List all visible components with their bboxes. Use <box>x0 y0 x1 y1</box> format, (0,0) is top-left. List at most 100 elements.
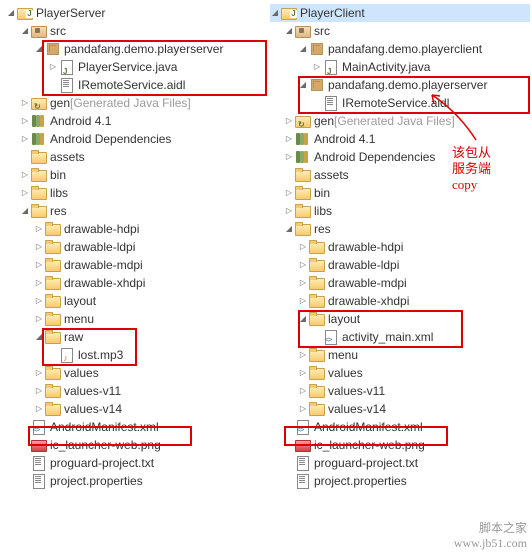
folder-icon <box>309 257 325 273</box>
mp3-file[interactable]: lost.mp3 <box>6 346 262 364</box>
values-folder[interactable]: ▷values <box>6 364 262 382</box>
twisty-open[interactable]: ◢ <box>6 4 16 22</box>
project-node[interactable]: ◢PlayerServer <box>6 4 262 22</box>
twisty-closed[interactable]: ▷ <box>34 292 44 310</box>
twisty-closed[interactable]: ▷ <box>298 364 308 382</box>
android-lib[interactable]: ▷Android 4.1 <box>6 112 262 130</box>
file-label: ic_launcher-web.png <box>314 436 425 454</box>
bin-folder[interactable]: ▷bin <box>270 184 530 202</box>
twisty-closed[interactable]: ▷ <box>298 292 308 310</box>
twisty-closed[interactable]: ▷ <box>34 220 44 238</box>
raw-folder[interactable]: ◢raw <box>6 328 262 346</box>
txt-file[interactable]: proguard-project.txt <box>6 454 262 472</box>
drawable-folder[interactable]: ▷drawable-xhdpi <box>270 292 530 310</box>
gen-folder[interactable]: ▷gen [Generated Java Files] <box>270 112 530 130</box>
file-label: PlayerService.java <box>78 58 177 76</box>
twisty-closed[interactable]: ▷ <box>284 112 294 130</box>
drawable-folder[interactable]: ▷drawable-xhdpi <box>6 274 262 292</box>
assets-folder[interactable]: assets <box>270 166 530 184</box>
values-v11-folder[interactable]: ▷values-v11 <box>270 382 530 400</box>
twisty-open[interactable]: ◢ <box>298 40 308 58</box>
src-folder[interactable]: ◢src <box>270 22 530 40</box>
android-lib[interactable]: ▷Android 4.1 <box>270 130 530 148</box>
twisty-closed[interactable]: ▷ <box>20 166 30 184</box>
twisty-closed[interactable]: ▷ <box>298 382 308 400</box>
twisty-closed[interactable]: ▷ <box>20 94 30 112</box>
twisty-closed[interactable]: ▷ <box>34 364 44 382</box>
twisty-closed[interactable]: ▷ <box>284 184 294 202</box>
png-file[interactable]: ic_launcher-web.png <box>270 436 530 454</box>
twisty-closed[interactable]: ▷ <box>312 58 322 76</box>
folder-icon <box>295 221 311 237</box>
libs-folder[interactable]: ▷libs <box>270 202 530 220</box>
android-deps[interactable]: ▷Android Dependencies <box>270 148 530 166</box>
twisty-closed[interactable]: ▷ <box>298 274 308 292</box>
twisty-closed[interactable]: ▷ <box>298 400 308 418</box>
twisty-closed[interactable]: ▷ <box>20 130 30 148</box>
drawable-folder[interactable]: ▷drawable-ldpi <box>6 238 262 256</box>
twisty-closed[interactable]: ▷ <box>284 148 294 166</box>
values-v14-folder[interactable]: ▷values-v14 <box>270 400 530 418</box>
menu-folder[interactable]: ▷menu <box>6 310 262 328</box>
layout-folder[interactable]: ◢layout <box>270 310 530 328</box>
drawable-folder[interactable]: ▷drawable-hdpi <box>270 238 530 256</box>
xml-file[interactable]: activity_main.xml <box>270 328 530 346</box>
bin-folder[interactable]: ▷bin <box>6 166 262 184</box>
folder-icon <box>309 239 325 255</box>
aidl-file-node[interactable]: IRemoteService.aidl <box>270 94 530 112</box>
twisty-closed[interactable]: ▷ <box>298 346 308 364</box>
twisty-open[interactable]: ◢ <box>298 76 308 94</box>
res-folder[interactable]: ◢res <box>6 202 262 220</box>
values-v14-folder[interactable]: ▷values-v14 <box>6 400 262 418</box>
drawable-folder[interactable]: ▷drawable-hdpi <box>6 220 262 238</box>
manifest-file[interactable]: AndroidManifest.xml <box>270 418 530 436</box>
assets-folder[interactable]: assets <box>6 148 262 166</box>
twisty-open[interactable]: ◢ <box>298 310 308 328</box>
package-node[interactable]: ◢pandafang.demo.playerserver <box>6 40 262 58</box>
twisty-closed[interactable]: ▷ <box>34 256 44 274</box>
twisty-open[interactable]: ◢ <box>284 22 294 40</box>
menu-folder[interactable]: ▷menu <box>270 346 530 364</box>
twisty-closed[interactable]: ▷ <box>284 202 294 220</box>
gen-folder[interactable]: ▷gen [Generated Java Files] <box>6 94 262 112</box>
twisty-closed[interactable]: ▷ <box>34 400 44 418</box>
java-file-node[interactable]: ▷MainActivity.java <box>270 58 530 76</box>
twisty-closed[interactable]: ▷ <box>298 256 308 274</box>
twisty-closed[interactable]: ▷ <box>48 58 58 76</box>
twisty-closed[interactable]: ▷ <box>34 382 44 400</box>
src-folder[interactable]: ◢src <box>6 22 262 40</box>
properties-file[interactable]: project.properties <box>6 472 262 490</box>
txt-file[interactable]: proguard-project.txt <box>270 454 530 472</box>
twisty-open[interactable]: ◢ <box>20 202 30 220</box>
res-folder[interactable]: ◢res <box>270 220 530 238</box>
package-node[interactable]: ◢pandafang.demo.playerserver <box>270 76 530 94</box>
twisty-open[interactable]: ◢ <box>34 328 44 346</box>
twisty-closed[interactable]: ▷ <box>20 184 30 202</box>
twisty-closed[interactable]: ▷ <box>34 310 44 328</box>
java-file-node[interactable]: ▷ PlayerService.java <box>6 58 262 76</box>
package-node[interactable]: ◢pandafang.demo.playerclient <box>270 40 530 58</box>
properties-file[interactable]: project.properties <box>270 472 530 490</box>
folder-icon <box>309 293 325 309</box>
layout-folder[interactable]: ▷layout <box>6 292 262 310</box>
values-folder[interactable]: ▷values <box>270 364 530 382</box>
twisty-closed[interactable]: ▷ <box>284 130 294 148</box>
twisty-open[interactable]: ◢ <box>284 220 294 238</box>
twisty-open[interactable]: ◢ <box>20 22 30 40</box>
twisty-open[interactable]: ◢ <box>34 40 44 58</box>
project-node[interactable]: ◢PlayerClient <box>270 4 530 22</box>
png-file[interactable]: ic_launcher-web.png <box>6 436 262 454</box>
twisty-closed[interactable]: ▷ <box>20 112 30 130</box>
values-v11-folder[interactable]: ▷values-v11 <box>6 382 262 400</box>
drawable-folder[interactable]: ▷drawable-mdpi <box>270 274 530 292</box>
twisty-closed[interactable]: ▷ <box>298 238 308 256</box>
drawable-folder[interactable]: ▷drawable-mdpi <box>6 256 262 274</box>
libs-folder[interactable]: ▷libs <box>6 184 262 202</box>
manifest-file[interactable]: AndroidManifest.xml <box>6 418 262 436</box>
aidl-file-node[interactable]: IRemoteService.aidl <box>6 76 262 94</box>
twisty-open[interactable]: ◢ <box>270 4 280 22</box>
drawable-folder[interactable]: ▷drawable-ldpi <box>270 256 530 274</box>
android-deps[interactable]: ▷Android Dependencies <box>6 130 262 148</box>
twisty-closed[interactable]: ▷ <box>34 238 44 256</box>
twisty-closed[interactable]: ▷ <box>34 274 44 292</box>
